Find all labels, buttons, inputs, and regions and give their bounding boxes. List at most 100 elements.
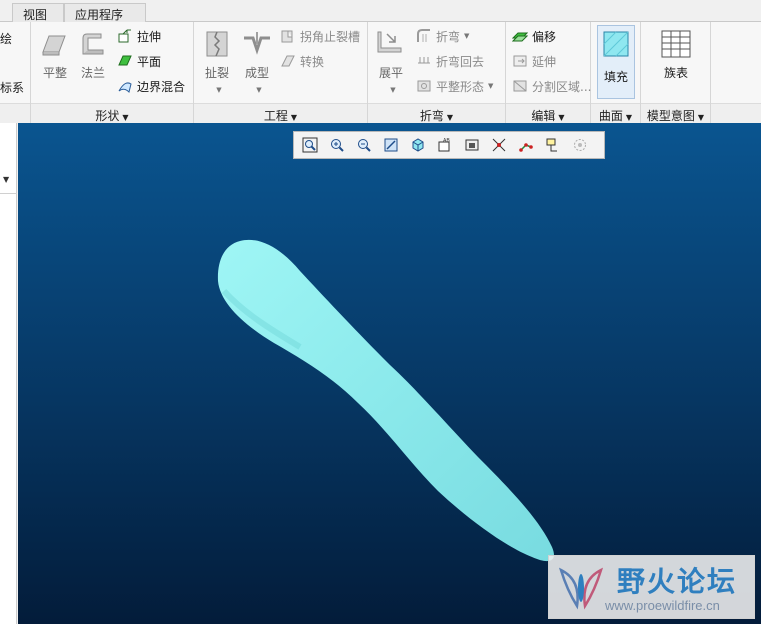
partial-sketch-label: 绘 [0,31,13,46]
form-label: 成型 [244,66,269,80]
partial-group-label [0,103,30,123]
datum-display-icon[interactable] [487,134,511,156]
split-area-button[interactable]: 分割区域... [512,76,591,96]
edit-group-label[interactable]: 编辑 ▼ [506,103,590,123]
planar-label: 平整 [42,66,67,80]
edit-group-title: 编辑 [531,109,556,123]
chevron-down-icon: ▼ [216,86,222,94]
convert-label: 转换 [300,54,325,69]
ribbon: 绘 标系 平整 法兰 拉伸 平面 边界混合 形状 ▼ 扯裂 ▼ 成型 ▼ 拐角止… [0,22,761,123]
planar-icon [42,35,66,56]
planar-button[interactable]: 平整 [37,28,73,81]
extend-button[interactable]: 延伸 [512,51,556,71]
surface-model[interactable] [18,123,761,624]
convert-icon [281,55,295,67]
tab-view[interactable]: 视图 [12,3,64,22]
shape-group-label[interactable]: 形状 ▼ [31,103,193,123]
unbend-icon [377,31,402,53]
chevron-down-icon: ▼ [446,113,454,122]
watermark-title: 野火论坛 [617,565,738,598]
extend-icon [513,55,527,67]
boundary-blend-label: 边界混合 [137,79,186,94]
model-body[interactable] [217,239,554,562]
chevron-down-icon: ▼ [122,113,129,122]
flange-icon [82,33,104,55]
partial-csys-button[interactable]: 标系 [0,77,24,97]
bend-back-button[interactable]: 折弯回去 [416,51,484,71]
family-table-icon [661,30,691,58]
flange-label: 法兰 [80,66,105,80]
plane-icon [118,55,132,66]
split-area-label: 分割区域... [532,79,592,94]
offset-icon [512,32,528,42]
convert-button[interactable]: 转换 [280,51,324,71]
panel-divider [0,193,17,194]
watermark-url: www.proewildfire.cn [605,598,720,613]
boundary-blend-button[interactable]: 边界混合 [117,76,185,96]
extrude-icon [118,29,131,43]
extend-label: 延伸 [532,54,557,69]
model-intent-group-label[interactable]: 模型意图 ▼ [641,103,710,123]
offset-label: 偏移 [532,29,557,44]
surface-group-label[interactable]: 曲面 ▼ [591,103,640,123]
zoom-in-icon[interactable] [325,134,349,156]
edit-group: 偏移 延伸 分割区域... 编辑 ▼ [506,22,591,123]
chevron-down-icon: ▼ [464,32,470,40]
form-button[interactable]: 成型 ▼ [238,28,276,95]
partial-sketch-button[interactable]: 绘 [0,28,12,48]
spin-center-icon[interactable] [568,134,592,156]
flange-button[interactable]: 法兰 [75,28,111,81]
rip-button[interactable]: 扯裂 ▼ [198,28,236,95]
shape-group-title: 形状 [95,109,120,123]
offset-button[interactable]: 偏移 [512,26,556,46]
bend-group-label[interactable]: 折弯 ▼ [368,103,505,123]
plane-button[interactable]: 平面 [117,51,161,71]
saved-views-icon[interactable]: AB [433,134,457,156]
bend-back-icon [418,57,430,64]
bend-button[interactable]: 折弯 ▼ [416,26,469,46]
bend-icon [417,29,430,42]
forum-watermark: 野火论坛 www.proewildfire.cn [548,555,755,619]
surface-group-title: 曲面 [598,109,623,123]
chevron-down-icon[interactable]: ▼ [3,175,9,184]
bend-group: 展平 ▼ 折弯 ▼ 折弯回去 平整形态 ▼ 折弯 ▼ [368,22,506,123]
engineering-group-title: 工程 [263,109,288,123]
chevron-down-icon: ▼ [290,113,298,122]
corner-relief-button[interactable]: 拐角止裂槽 [280,26,360,46]
boundary-blend-icon [118,82,132,93]
datum-points-icon[interactable] [514,134,538,156]
engineering-group: 扯裂 ▼ 成型 ▼ 拐角止裂槽 转换 工程 ▼ [194,22,368,123]
svg-text:AB: AB [443,138,450,144]
shape-group: 平整 法兰 拉伸 平面 边界混合 形状 ▼ [31,22,194,123]
chevron-down-icon: ▼ [558,113,565,122]
zoom-out-icon[interactable] [352,134,376,156]
fill-button[interactable]: 填充 [597,25,635,99]
corner-relief-label: 拐角止裂槽 [300,29,361,44]
view-manager-icon[interactable] [460,134,484,156]
extrude-button[interactable]: 拉伸 [117,26,161,46]
chevron-down-icon: ▼ [488,82,494,90]
family-table-button[interactable]: 族表 [655,30,697,81]
view-toolbar: AB [293,131,605,159]
unbend-button[interactable]: 展平 ▼ [372,28,410,95]
model-intent-group-title: 模型意图 [646,109,695,123]
fill-icon [603,31,629,57]
annotation-display-icon[interactable] [541,134,565,156]
tab-applications[interactable]: 应用程序 [64,3,146,22]
display-style-icon[interactable] [406,134,430,156]
engineering-group-label[interactable]: 工程 ▼ [194,103,367,123]
forum-logo [558,567,604,610]
flat-pattern-button[interactable]: 平整形态 ▼ [416,76,493,96]
repaint-icon[interactable] [379,134,403,156]
model-tree-panel[interactable]: ▼ [0,123,17,624]
zoom-fit-icon[interactable] [298,134,322,156]
ribbon-empty-label [711,103,761,123]
rip-label: 扯裂 [204,66,229,80]
model-intent-group: 族表 模型意图 ▼ [641,22,711,123]
partial-csys-label: 标系 [0,80,25,95]
graphics-viewport[interactable]: AB [18,123,761,624]
chevron-down-icon: ▼ [625,113,633,122]
ribbon-empty-area [711,22,761,123]
partial-group: 绘 标系 [0,22,31,123]
split-area-icon [513,80,527,92]
